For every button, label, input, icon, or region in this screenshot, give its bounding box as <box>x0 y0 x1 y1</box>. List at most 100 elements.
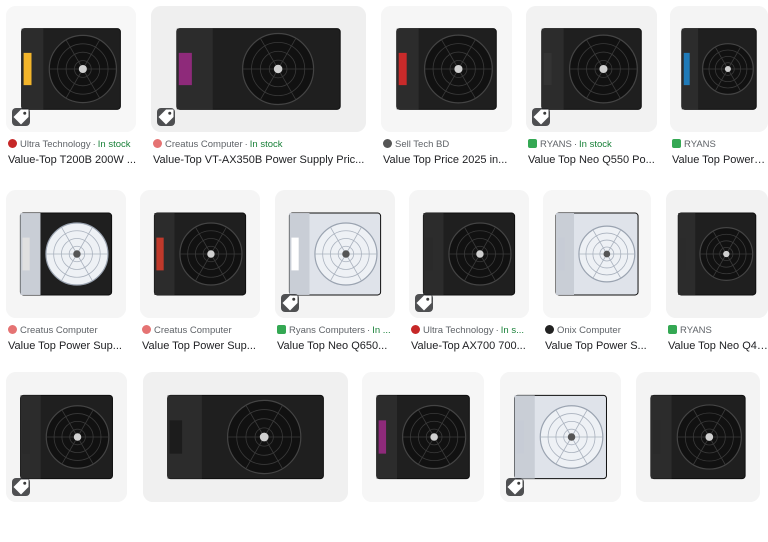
result-title-link[interactable]: Value-Top VT-AX350B Power Supply Pric... <box>153 153 366 167</box>
image-result-card[interactable]: Ultra Technology · In s... Value-Top AX700 … <box>409 190 529 358</box>
power-supply-image <box>362 372 484 502</box>
result-source[interactable]: Creatus Computer · In stock <box>153 139 366 151</box>
stock-status: In stock <box>97 139 131 150</box>
image-result-card[interactable]: Ultra Technology · In stock Value-Top T200B… <box>6 6 136 172</box>
result-thumbnail[interactable] <box>143 372 348 502</box>
result-title-link[interactable]: Value-Top AX700 700... <box>411 339 529 353</box>
result-thumbnail[interactable] <box>275 190 395 318</box>
image-result-card[interactable] <box>6 372 127 542</box>
stock-status: In stock <box>249 139 283 150</box>
separator: · <box>495 325 499 336</box>
power-supply-image <box>143 372 348 502</box>
result-source[interactable]: Ryans Computers · In ... <box>277 325 395 337</box>
result-source[interactable]: RYANS <box>668 325 768 337</box>
image-result-card[interactable]: Creatus Computer Value Top Power Sup... <box>6 190 126 358</box>
source-favicon-icon <box>668 325 677 334</box>
result-title-link[interactable]: Value Top Neo Q450 <box>668 339 768 353</box>
product-tag-icon <box>12 478 30 496</box>
source-name: RYANS <box>684 139 716 150</box>
source-name: Creatus Computer <box>165 139 243 150</box>
image-result-card[interactable]: RYANS Value Top Power Su... <box>670 6 768 172</box>
image-result-card[interactable] <box>143 372 348 542</box>
result-title-link[interactable]: Value Top Power Sup... <box>8 339 126 353</box>
image-result-card[interactable]: Creatus Computer Value Top Power Sup... <box>140 190 260 358</box>
source-favicon-icon <box>528 139 537 148</box>
source-favicon-icon <box>142 325 151 334</box>
power-supply-image <box>636 372 760 502</box>
source-name: Ultra Technology <box>20 139 91 150</box>
result-source[interactable]: RYANS <box>672 139 768 151</box>
image-result-card[interactable]: Ryans Computers · In ... Value Top Neo Q650… <box>275 190 395 358</box>
result-source[interactable]: Creatus Computer <box>142 325 260 337</box>
result-thumbnail[interactable] <box>151 6 366 132</box>
product-tag-icon <box>157 108 175 126</box>
power-supply-image <box>140 190 260 318</box>
result-title-link[interactable]: Value Top Power Sup... <box>142 339 260 353</box>
result-title-link[interactable]: Value Top Power S... <box>545 339 651 353</box>
source-favicon-icon <box>277 325 286 334</box>
stock-status: In stock <box>579 139 612 150</box>
result-thumbnail[interactable] <box>6 190 126 318</box>
source-name: Creatus Computer <box>20 325 98 336</box>
result-thumbnail[interactable] <box>409 190 529 318</box>
image-result-card[interactable]: RYANS · In stock Value Top Neo Q550 Po... <box>526 6 657 172</box>
stock-status: In s... <box>500 325 524 336</box>
result-thumbnail[interactable] <box>362 372 484 502</box>
result-source[interactable]: Creatus Computer <box>8 325 126 337</box>
source-favicon-icon <box>545 325 554 334</box>
result-thumbnail[interactable] <box>543 190 651 318</box>
result-source[interactable]: Sell Tech BD <box>383 139 512 151</box>
source-favicon-icon <box>8 325 17 334</box>
result-thumbnail[interactable] <box>381 6 512 132</box>
result-thumbnail[interactable] <box>6 6 136 132</box>
power-supply-image <box>381 6 512 132</box>
source-favicon-icon <box>383 139 392 148</box>
source-name: Ryans Computers <box>289 325 366 336</box>
separator: · <box>244 139 248 150</box>
image-result-card[interactable] <box>362 372 484 542</box>
source-name: RYANS <box>680 325 712 336</box>
power-supply-image <box>151 6 366 132</box>
result-title-link[interactable]: Value Top Neo Q650... <box>277 339 395 353</box>
image-result-card[interactable] <box>636 372 760 542</box>
result-source[interactable]: Ultra Technology · In s... <box>411 325 529 337</box>
source-name: Onix Computer <box>557 325 621 336</box>
result-source[interactable]: Ultra Technology · In stock <box>8 139 136 151</box>
source-favicon-icon <box>672 139 681 148</box>
product-tag-icon <box>506 478 524 496</box>
product-tag-icon <box>532 108 550 126</box>
product-tag-icon <box>12 108 30 126</box>
result-thumbnail[interactable] <box>140 190 260 318</box>
result-source[interactable]: RYANS · In stock <box>528 139 657 151</box>
power-supply-image <box>6 190 126 318</box>
result-thumbnail[interactable] <box>526 6 657 132</box>
product-tag-icon <box>281 294 299 312</box>
image-result-card[interactable] <box>500 372 621 542</box>
source-name: Creatus Computer <box>154 325 232 336</box>
image-result-card[interactable]: Creatus Computer · In stock Value-Top VT-AX… <box>151 6 366 172</box>
result-title-link[interactable]: Value-Top T200B 200W ... <box>8 153 136 167</box>
result-thumbnail[interactable] <box>6 372 127 502</box>
source-name: Sell Tech BD <box>395 139 450 150</box>
result-title-link[interactable]: Value Top Price 2025 in... <box>383 153 512 167</box>
source-favicon-icon <box>153 139 162 148</box>
image-result-card[interactable]: Sell Tech BD Value Top Price 2025 in... <box>381 6 512 172</box>
separator: · <box>92 139 96 150</box>
result-source[interactable]: Onix Computer <box>545 325 651 337</box>
result-thumbnail[interactable] <box>666 190 768 318</box>
stock-status: In ... <box>372 325 391 336</box>
source-name: Ultra Technology <box>423 325 494 336</box>
result-title-link[interactable]: Value Top Neo Q550 Po... <box>528 153 657 167</box>
source-name: RYANS <box>540 139 572 150</box>
result-thumbnail[interactable] <box>500 372 621 502</box>
source-favicon-icon <box>8 139 17 148</box>
result-thumbnail[interactable] <box>670 6 768 132</box>
image-result-card[interactable]: Onix Computer Value Top Power S... <box>543 190 651 358</box>
image-result-card[interactable]: RYANS Value Top Neo Q450 <box>666 190 768 358</box>
source-favicon-icon <box>411 325 420 334</box>
result-title-link[interactable]: Value Top Power Su... <box>672 153 768 167</box>
result-thumbnail[interactable] <box>636 372 760 502</box>
separator: · <box>573 139 578 150</box>
power-supply-image <box>670 6 768 132</box>
power-supply-image <box>666 190 768 318</box>
